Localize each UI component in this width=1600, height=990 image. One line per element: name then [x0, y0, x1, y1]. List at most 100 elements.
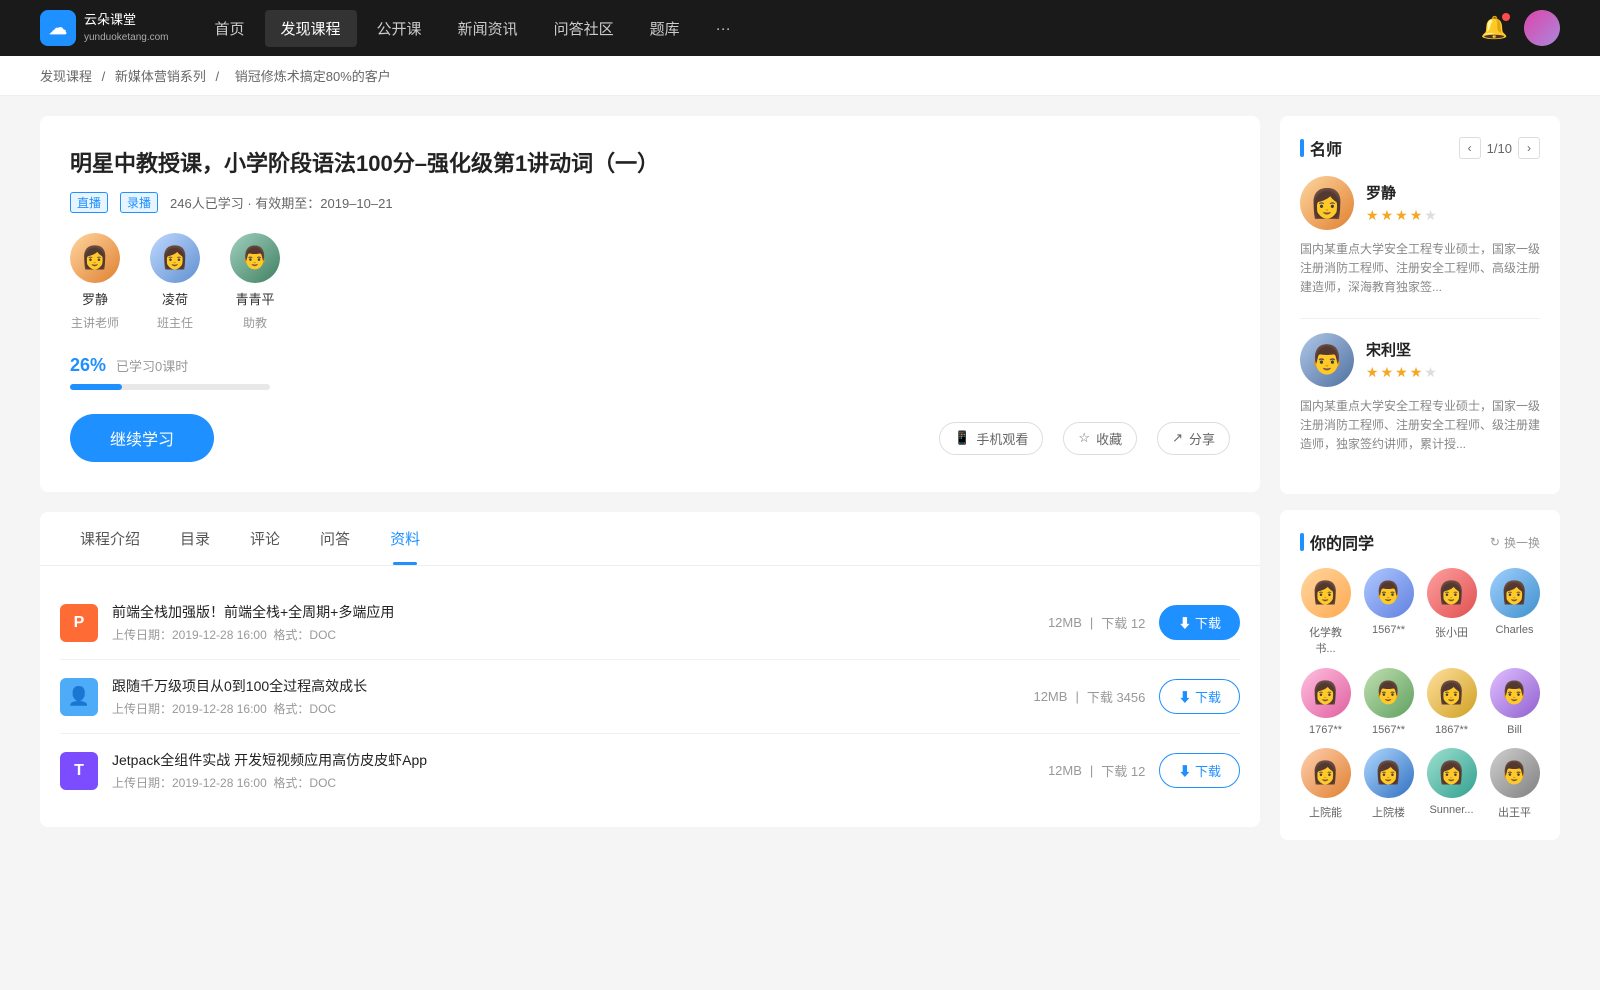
- resource-icon-2: T: [60, 752, 98, 790]
- classmate-name-6: 1867**: [1435, 724, 1468, 736]
- teacher-face-0: 👩: [70, 233, 120, 283]
- navigation: ☁ 云朵课堂yunduoketang.com 首页 发现课程 公开课 新闻资讯 …: [0, 0, 1600, 56]
- sidebar-teacher-desc-1: 国内某重点大学安全工程专业硕士，国家一级注册消防工程师、注册安全工程师、级注册建…: [1300, 397, 1540, 455]
- download-btn-1[interactable]: ⬇ 下载: [1159, 679, 1240, 714]
- breadcrumb-current: 销冠修炼术搞定80%的客户: [235, 69, 391, 84]
- teacher-role-2: 助教: [243, 314, 267, 331]
- classmate-name-2: 张小田: [1435, 624, 1468, 640]
- classmate-face-0: 👩: [1301, 568, 1351, 618]
- resource-item-0: P 前端全栈加强版！前端全栈+全周期+多端应用 上传日期：2019-12-28 …: [60, 586, 1240, 660]
- logo[interactable]: ☁ 云朵课堂yunduoketang.com: [40, 10, 169, 46]
- resource-stats-1: 12MB | 下载 3456: [1033, 687, 1145, 706]
- classmate-3[interactable]: 👩 Charles: [1489, 568, 1540, 656]
- resource-list: P 前端全栈加强版！前端全栈+全周期+多端应用 上传日期：2019-12-28 …: [40, 566, 1260, 827]
- nav-public[interactable]: 公开课: [361, 10, 438, 47]
- refresh-icon: ↻: [1490, 535, 1500, 549]
- classmate-avatar-4: 👩: [1301, 668, 1351, 718]
- tab-qa[interactable]: 问答: [300, 512, 370, 565]
- classmate-avatar-3: 👩: [1490, 568, 1540, 618]
- breadcrumb-link-discover[interactable]: 发现课程: [40, 69, 92, 84]
- teacher-name-0: 罗静: [82, 289, 108, 308]
- next-teacher-btn[interactable]: ›: [1518, 137, 1540, 159]
- panel-nav-teachers: ‹ 1/10 ›: [1459, 137, 1540, 159]
- progress-bar-fill: [70, 384, 122, 390]
- classmate-10[interactable]: 👩 Sunner...: [1426, 748, 1477, 820]
- classmate-5[interactable]: 👨 1567**: [1363, 668, 1414, 736]
- continue-button[interactable]: 继续学习: [70, 414, 214, 462]
- classmate-8[interactable]: 👩 上院能: [1300, 748, 1351, 820]
- classmate-avatar-0: 👩: [1301, 568, 1351, 618]
- classmate-0[interactable]: 👩 化学教书...: [1300, 568, 1351, 656]
- classmate-face-9: 👩: [1364, 748, 1414, 798]
- progress-section: 26% 已学习0课时: [70, 355, 1230, 390]
- classmates-panel: 你的同学 ↻ 换一换 👩 化学教书... 👨 1567** 👩 张小田 👩 Ch…: [1280, 510, 1560, 840]
- resource-meta-2: 上传日期：2019-12-28 16:00 格式：DOC: [112, 774, 1034, 791]
- prev-teacher-btn[interactable]: ‹: [1459, 137, 1481, 159]
- teacher-face-1: 👩: [150, 233, 200, 283]
- star-0-2: ★: [1381, 207, 1394, 224]
- sidebar-teacher-0: 👩 罗静 ★ ★ ★ ★ ★ 国内某重点大学安全工程专业硕士，国家一级注册消防工…: [1300, 176, 1540, 298]
- collect-btn[interactable]: ☆ 收藏: [1063, 422, 1137, 455]
- star-icon: ☆: [1078, 430, 1090, 446]
- download-btn-2[interactable]: ⬇ 下载: [1159, 753, 1240, 788]
- sidebar-teacher-avatar-0: 👩: [1300, 176, 1354, 230]
- nav-more[interactable]: ···: [700, 12, 747, 45]
- share-icon: ↗: [1172, 430, 1183, 446]
- teacher-name-1: 凌荷: [162, 289, 188, 308]
- resource-info-0: 前端全栈加强版！前端全栈+全周期+多端应用 上传日期：2019-12-28 16…: [112, 602, 1034, 643]
- tab-intro[interactable]: 课程介绍: [60, 512, 160, 565]
- nav-qa[interactable]: 问答社区: [538, 10, 630, 47]
- classmate-1[interactable]: 👨 1567**: [1363, 568, 1414, 656]
- classmate-avatar-2: 👩: [1427, 568, 1477, 618]
- tab-review[interactable]: 评论: [230, 512, 300, 565]
- classmate-11[interactable]: 👨 出王平: [1489, 748, 1540, 820]
- breadcrumb-sep2: /: [216, 69, 223, 84]
- classmate-face-1: 👨: [1364, 568, 1414, 618]
- classmate-name-4: 1767**: [1309, 724, 1342, 736]
- nav-exam[interactable]: 题库: [634, 10, 696, 47]
- tab-catalog[interactable]: 目录: [160, 512, 230, 565]
- course-card: 明星中教授课，小学阶段语法100分–强化级第1讲动词（一） 直播 录播 246人…: [40, 116, 1260, 492]
- resource-item-2: T Jetpack全组件实战 开发短视频应用高仿皮皮虾App 上传日期：2019…: [60, 734, 1240, 807]
- classmate-face-5: 👨: [1364, 668, 1414, 718]
- teacher-0: 👩 罗静 主讲老师: [70, 233, 120, 331]
- classmate-face-2: 👩: [1427, 568, 1477, 618]
- sidebar-teacher-top-1: 👨 宋利坚 ★ ★ ★ ★ ★: [1300, 333, 1540, 387]
- classmate-avatar-1: 👨: [1364, 568, 1414, 618]
- classmate-4[interactable]: 👩 1767**: [1300, 668, 1351, 736]
- breadcrumb-sep1: /: [102, 69, 109, 84]
- refresh-classmates-btn[interactable]: ↻ 换一换: [1490, 534, 1540, 551]
- sidebar-teacher-info-1: 宋利坚 ★ ★ ★ ★ ★: [1366, 339, 1437, 381]
- classmate-7[interactable]: 👨 Bill: [1489, 668, 1540, 736]
- nav-discover[interactable]: 发现课程: [265, 10, 357, 47]
- classmate-avatar-11: 👨: [1490, 748, 1540, 798]
- logo-icon: ☁: [40, 10, 76, 46]
- user-avatar[interactable]: [1524, 10, 1560, 46]
- course-meta: 直播 录播 246人已学习 · 有效期至：2019–10–21: [70, 192, 1230, 213]
- classmate-9[interactable]: 👩 上院楼: [1363, 748, 1414, 820]
- download-btn-0[interactable]: ⬇ 下载: [1159, 605, 1240, 640]
- classmate-name-7: Bill: [1507, 724, 1522, 736]
- course-actions: 继续学习 📱 手机观看 ☆ 收藏 ↗ 分享: [70, 414, 1230, 462]
- classmate-2[interactable]: 👩 张小田: [1426, 568, 1477, 656]
- star-0-3: ★: [1395, 207, 1408, 224]
- resource-meta-1: 上传日期：2019-12-28 16:00 格式：DOC: [112, 700, 1019, 717]
- star-1-4: ★: [1410, 364, 1423, 381]
- tabs-header: 课程介绍 目录 评论 问答 资料: [40, 512, 1260, 566]
- classmate-6[interactable]: 👩 1867**: [1426, 668, 1477, 736]
- share-btn[interactable]: ↗ 分享: [1157, 422, 1230, 455]
- tab-resource[interactable]: 资料: [370, 512, 440, 565]
- notification-bell[interactable]: 🔔: [1481, 15, 1508, 41]
- nav-news[interactable]: 新闻资讯: [442, 10, 534, 47]
- classmate-face-7: 👨: [1490, 668, 1540, 718]
- nav-home[interactable]: 首页: [199, 10, 261, 47]
- mobile-view-btn[interactable]: 📱 手机观看: [939, 422, 1043, 455]
- star-0-1: ★: [1366, 207, 1379, 224]
- mobile-label: 手机观看: [976, 429, 1028, 448]
- classmate-name-5: 1567**: [1372, 724, 1405, 736]
- classmate-face-8: 👩: [1301, 748, 1351, 798]
- resource-icon-0: P: [60, 604, 98, 642]
- breadcrumb-link-series[interactable]: 新媒体营销系列: [115, 69, 206, 84]
- classmate-face-4: 👩: [1301, 668, 1351, 718]
- resource-icon-1: 👤: [60, 678, 98, 716]
